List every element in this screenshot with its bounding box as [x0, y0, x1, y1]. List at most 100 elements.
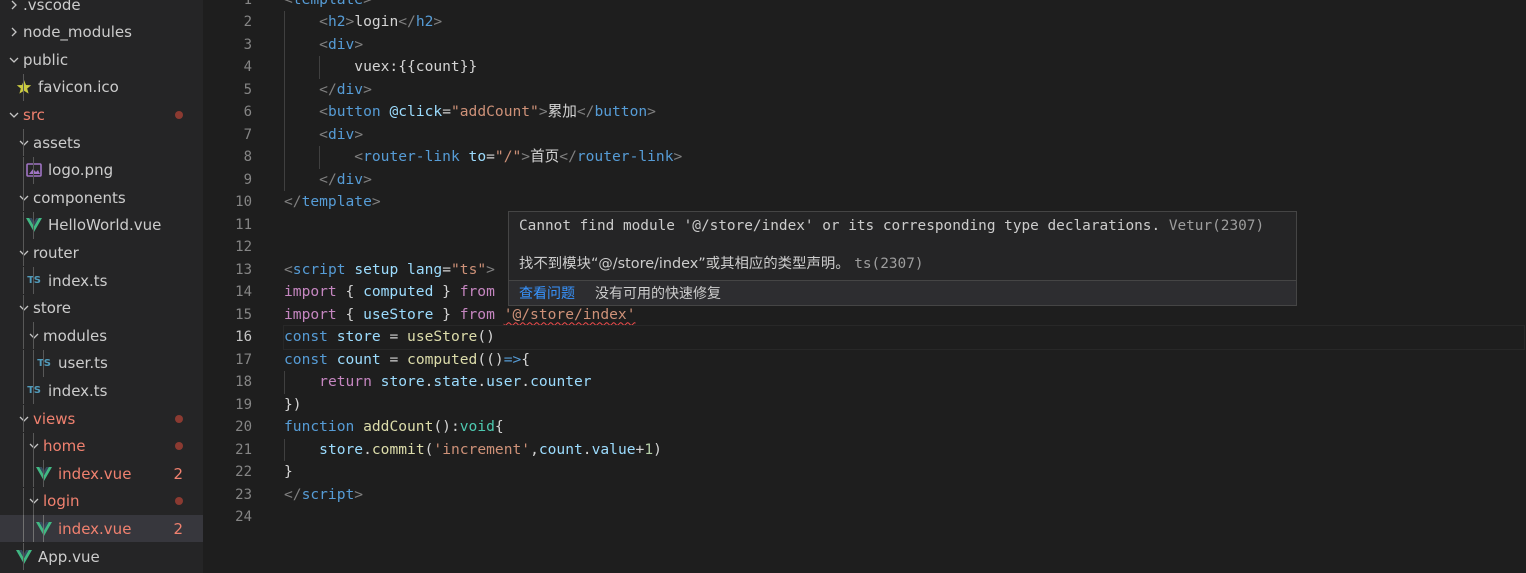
code-token: </ [319, 170, 337, 188]
code-token: 累加 [547, 103, 577, 120]
code-line[interactable]: store.commit('increment',count.value+1) [284, 439, 662, 462]
code-line[interactable]: </div> [284, 169, 372, 192]
explorer-folder[interactable]: views [0, 405, 203, 432]
indent-guide [23, 349, 24, 377]
explorer-item-label: router [33, 243, 79, 262]
line-number: 20 [235, 419, 252, 435]
code-token: @click [389, 103, 443, 120]
explorer-file[interactable]: favicon.ico [0, 73, 203, 101]
code-line[interactable]: </div> [284, 79, 372, 102]
explorer-item-label: index.vue [58, 519, 132, 538]
code-editor[interactable]: 123456789101112131415161718192021222324 … [203, 0, 1526, 573]
code-token: computed [407, 350, 478, 368]
explorer-file[interactable]: TS user.ts [0, 349, 203, 377]
explorer-item-label: favicon.ico [38, 78, 119, 97]
code-line[interactable]: } [284, 461, 293, 484]
indent-guide [33, 432, 34, 460]
code-line[interactable]: import { computed } from [284, 281, 495, 304]
chevron-down-icon[interactable] [15, 303, 33, 313]
explorer-file[interactable]: index.vue 2 [0, 460, 203, 488]
explorer-file[interactable]: TS index.ts [0, 377, 203, 405]
code-token: { [494, 418, 504, 435]
code-line[interactable]: vuex:{{count}} [284, 56, 477, 79]
code-line[interactable]: <button @click="addCount">累加</button> [284, 101, 656, 124]
code-line[interactable]: }) [284, 394, 302, 417]
explorer-folder[interactable]: assets [0, 129, 203, 156]
explorer-file[interactable]: HelloWorld.vue [0, 211, 203, 239]
modified-dot-icon [175, 497, 183, 506]
code-line[interactable]: <router-link to="/">首页</router-link> [284, 146, 682, 169]
chevron-down-icon[interactable] [25, 441, 43, 451]
view-problem-link[interactable]: 查看问题 [519, 283, 575, 303]
explorer-item-label: index.ts [48, 381, 108, 400]
code-line[interactable]: <div> [284, 34, 363, 57]
code-token: < [319, 125, 328, 143]
code-token: store [336, 328, 381, 345]
chevron-down-icon[interactable] [15, 138, 33, 148]
code-token: </ [559, 148, 577, 165]
indent-guide [43, 515, 44, 543]
indent-guide [33, 349, 34, 377]
code-line[interactable]: const store = useStore() [283, 325, 1525, 350]
indent-guide [23, 377, 24, 405]
explorer-folder[interactable]: .vscode [0, 0, 203, 18]
explorer-file[interactable]: logo.png [0, 156, 203, 184]
explorer-file[interactable]: TS index.ts [0, 267, 203, 294]
explorer-folder[interactable]: components [0, 184, 203, 212]
code-token: button [594, 103, 648, 120]
star-icon [15, 79, 33, 95]
code-line[interactable]: import { useStore } from '@/store/index' [284, 304, 635, 327]
explorer-file[interactable]: index.vue 2 [0, 515, 203, 543]
code-token: "/" [494, 148, 522, 165]
chevron-right-icon[interactable] [5, 0, 23, 10]
chevron-down-icon[interactable] [15, 193, 33, 203]
chevron-down-icon[interactable] [25, 496, 43, 506]
code-line[interactable]: <script setup lang="ts"> [284, 259, 495, 282]
explorer-file[interactable]: App.vue [0, 543, 203, 570]
code-line[interactable]: return store.state.user.counter [284, 371, 591, 394]
explorer-item-label: index.ts [48, 271, 108, 290]
code-line[interactable]: const count = computed(()=>{ [284, 349, 530, 372]
chevron-down-icon[interactable] [15, 414, 33, 424]
code-token: user [486, 373, 522, 390]
code-line[interactable]: <template> [284, 0, 372, 11]
code-line[interactable]: </script> [284, 484, 363, 507]
code-token: (): [433, 418, 460, 435]
explorer-folder[interactable]: login [0, 487, 203, 515]
chevron-down-icon[interactable] [25, 331, 43, 341]
explorer-folder[interactable]: src [0, 101, 203, 128]
code-token: < [319, 103, 328, 120]
explorer-folder[interactable]: store [0, 294, 203, 322]
chevron-right-icon[interactable] [5, 27, 23, 37]
code-line[interactable]: <h2>login</h2> [284, 11, 442, 34]
explorer-folder[interactable]: public [0, 46, 203, 73]
chevron-down-icon[interactable] [5, 55, 23, 65]
code-token: ) [653, 440, 662, 458]
code-token: useStore [407, 328, 478, 345]
code-token: div [336, 80, 364, 98]
chevron-down-icon[interactable] [15, 248, 33, 258]
code-token: } [433, 305, 460, 323]
code-line[interactable]: </template> [284, 191, 381, 214]
line-number: 11 [235, 216, 252, 233]
code-token: to [468, 148, 487, 165]
line-number: 21 [235, 441, 252, 458]
vue-file-icon [15, 549, 33, 565]
git-decoration [175, 405, 183, 432]
problem-count-badge: 2 [173, 464, 183, 483]
chevron-down-icon[interactable] [5, 110, 23, 120]
explorer-folder[interactable]: modules [0, 322, 203, 350]
code-token: '@/store/index' [503, 305, 636, 323]
explorer-folder[interactable]: router [0, 239, 203, 267]
explorer-folder[interactable]: node_modules [0, 19, 203, 46]
image-file-icon [25, 162, 43, 178]
code-line[interactable]: <div> [284, 124, 363, 147]
explorer-folder[interactable]: home [0, 432, 203, 460]
code-line[interactable]: function addCount():void{ [284, 416, 504, 439]
